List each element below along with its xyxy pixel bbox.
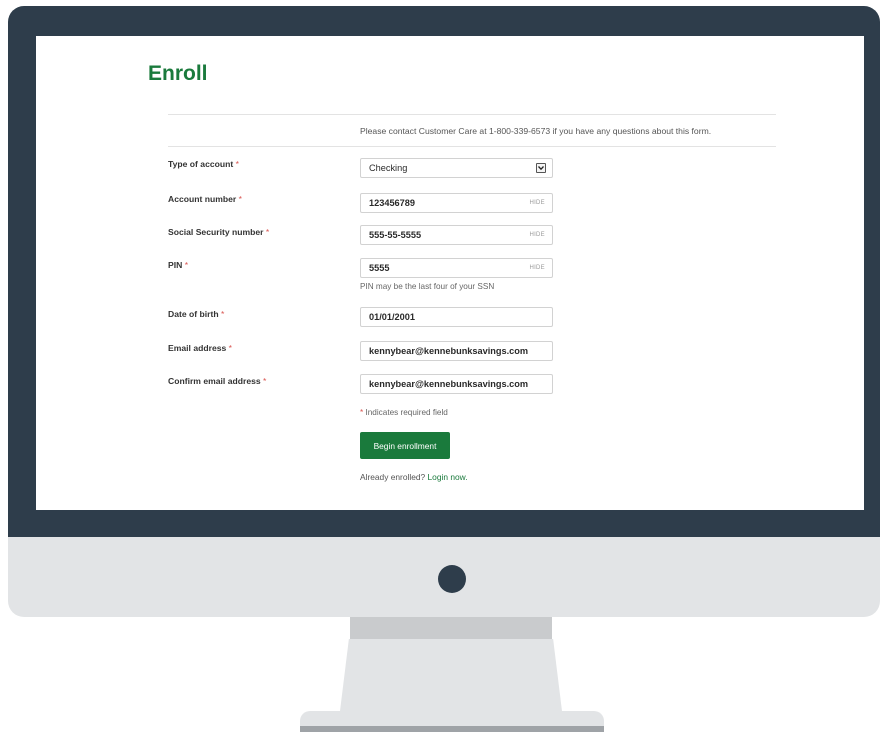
login-link[interactable]: Login now. <box>428 472 468 482</box>
chevron-down-icon[interactable] <box>536 163 546 173</box>
required-field-note: * Indicates required field <box>360 408 448 417</box>
confirm-email-label: Confirm email address * <box>168 376 267 386</box>
account-type-select[interactable]: Checking <box>360 158 553 178</box>
required-asterisk: * <box>263 376 267 386</box>
email-value: kennybear@kennebunksavings.com <box>369 346 529 356</box>
required-asterisk: * <box>235 159 240 169</box>
monitor-neck <box>350 617 552 639</box>
monitor-stand <box>340 639 562 711</box>
account-number-field[interactable]: 123456789 HIDE <box>360 193 553 213</box>
dob-value: 01/01/2001 <box>369 312 415 322</box>
required-asterisk: * <box>184 260 189 270</box>
pin-label: PIN * <box>168 260 189 270</box>
customer-care-notice: Please contact Customer Care at 1-800-33… <box>360 126 712 136</box>
monitor-base <box>300 711 604 727</box>
pin-hint: PIN may be the last four of your SSN <box>360 282 495 291</box>
ssn-label: Social Security number * <box>168 227 270 237</box>
account-number-hide-toggle[interactable]: HIDE <box>529 200 545 206</box>
confirm-email-field[interactable]: kennybear@kennebunksavings.com <box>360 374 553 394</box>
pin-field[interactable]: 5555 HIDE <box>360 258 553 278</box>
email-field[interactable]: kennybear@kennebunksavings.com <box>360 341 553 361</box>
account-type-value: Checking <box>369 163 408 173</box>
required-asterisk: * <box>228 343 233 353</box>
screen: Enroll Please contact Customer Care at 1… <box>36 36 864 510</box>
divider-notice <box>168 146 776 147</box>
begin-enrollment-button[interactable]: Begin enrollment <box>360 432 450 459</box>
required-asterisk: * <box>360 408 364 417</box>
confirm-email-value: kennybear@kennebunksavings.com <box>369 379 529 389</box>
dob-field[interactable]: 01/01/2001 <box>360 307 553 327</box>
page-title: Enroll <box>148 62 208 85</box>
monitor-base-shadow <box>300 726 604 732</box>
required-asterisk: * <box>238 194 243 204</box>
required-asterisk: * <box>221 309 225 319</box>
ssn-field[interactable]: 555-55-5555 HIDE <box>360 225 553 245</box>
power-button-icon <box>438 565 466 593</box>
already-enrolled-text: Already enrolled? Login now. <box>360 472 468 482</box>
ssn-value: 555-55-5555 <box>369 230 422 240</box>
divider-top <box>168 114 776 115</box>
dob-label: Date of birth * <box>168 309 225 319</box>
account-type-label: Type of account * <box>168 159 240 169</box>
pin-value: 5555 <box>369 263 390 273</box>
account-number-label: Account number * <box>168 194 243 204</box>
pin-hide-toggle[interactable]: HIDE <box>529 265 545 271</box>
ssn-hide-toggle[interactable]: HIDE <box>529 232 545 238</box>
account-number-value: 123456789 <box>369 198 415 208</box>
required-asterisk: * <box>265 227 270 237</box>
email-label: Email address * <box>168 343 233 353</box>
